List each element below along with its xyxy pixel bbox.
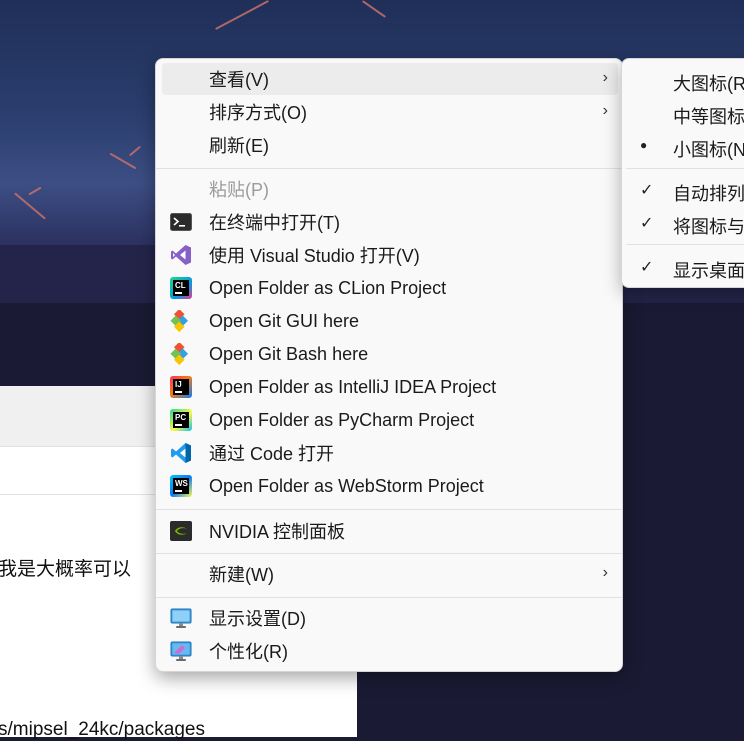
- menu-item-personalize[interactable]: 个性化(R): [162, 635, 618, 667]
- icon-text: WS: [175, 479, 188, 488]
- background-text-line: s/mipsel_24kc/packages: [0, 719, 205, 740]
- checkmark-icon: ✓: [640, 215, 654, 232]
- menu-item-label: 查看(V): [209, 70, 269, 90]
- menu-separator: [156, 553, 622, 554]
- menu-item-open-vscode[interactable]: 通过 Code 打开: [162, 437, 618, 469]
- menu-item-open-terminal[interactable]: 在终端中打开(T): [162, 206, 618, 238]
- menu-item-open-git-bash[interactable]: Open Git Bash here: [162, 338, 618, 370]
- submenu-item-label: 显示桌面: [673, 261, 744, 281]
- menu-item-label: Open Folder as CLion Project: [209, 277, 447, 298]
- menu-item-label: Open Git GUI here: [209, 310, 360, 331]
- desktop-context-menu: 查看(V) › 排序方式(O) › 刷新(E) 粘贴(P) 在终端中打开(T): [155, 58, 623, 672]
- menu-item-paste: 粘贴(P): [162, 173, 618, 205]
- submenu-item-small-icons[interactable]: ● 小图标(N: [622, 129, 744, 161]
- menu-item-display-settings[interactable]: 显示设置(D): [162, 602, 618, 634]
- submenu-separator: [626, 168, 744, 169]
- menu-item-label: 通过 Code 打开: [209, 444, 335, 464]
- submenu-item-label: 将图标与: [673, 217, 744, 237]
- menu-item-label: 新建(W): [209, 565, 274, 585]
- menu-separator: [156, 168, 622, 169]
- submenu-item-label: 自动排列: [673, 184, 744, 204]
- menu-item-label: 显示设置(D): [209, 609, 306, 629]
- icon-text: PC: [175, 413, 187, 422]
- menu-item-open-visual-studio[interactable]: 使用 Visual Studio 打开(V): [162, 239, 618, 271]
- menu-item-view[interactable]: 查看(V) ›: [162, 63, 618, 95]
- visual-studio-icon: [170, 244, 192, 266]
- menu-item-nvidia-control-panel[interactable]: NVIDIA 控制面板: [162, 515, 618, 547]
- pycharm-icon: PC: [170, 409, 192, 431]
- submenu-item-label: 中等图标: [673, 107, 744, 127]
- chevron-right-icon: ›: [602, 564, 608, 581]
- terminal-icon: [170, 211, 192, 233]
- checkmark-icon: ✓: [640, 259, 654, 276]
- menu-item-sort[interactable]: 排序方式(O) ›: [162, 96, 618, 128]
- menu-item-label: 刷新(E): [209, 136, 269, 156]
- checkmark-icon: ✓: [640, 182, 654, 199]
- menu-item-label: 排序方式(O): [209, 103, 307, 123]
- menu-item-label: Open Git Bash here: [209, 343, 369, 364]
- git-gui-icon: [170, 310, 192, 332]
- radio-bullet-icon: ●: [640, 138, 648, 152]
- menu-item-label: 粘贴(P): [209, 180, 269, 200]
- submenu-item-medium-icons[interactable]: 中等图标: [622, 96, 744, 128]
- display-monitor-icon: [170, 607, 192, 629]
- nvidia-icon: [170, 520, 192, 542]
- menu-item-open-webstorm[interactable]: WS Open Folder as WebStorm Project: [162, 470, 618, 502]
- submenu-item-label: 小图标(N: [673, 140, 744, 160]
- submenu-item-auto-arrange[interactable]: ✓ 自动排列: [622, 173, 744, 205]
- git-bash-icon: [170, 343, 192, 365]
- menu-separator: [156, 597, 622, 598]
- submenu-separator: [626, 244, 744, 245]
- menu-separator: [156, 509, 622, 510]
- submenu-item-align-to-grid[interactable]: ✓ 将图标与: [622, 206, 744, 238]
- menu-item-label: Open Folder as WebStorm Project: [209, 475, 484, 496]
- menu-item-open-clion[interactable]: CL Open Folder as CLion Project: [162, 272, 618, 304]
- menu-item-label: 在终端中打开(T): [209, 213, 340, 233]
- view-submenu: 大图标(R 中等图标 ● 小图标(N ✓ 自动排列 ✓ 将图标与 ✓ 显示桌面: [621, 58, 744, 288]
- chevron-right-icon: ›: [602, 102, 608, 119]
- background-text-line: 我是大概率可以: [0, 559, 132, 580]
- personalize-icon: [170, 640, 192, 662]
- menu-item-label: 使用 Visual Studio 打开(V): [209, 246, 420, 266]
- menu-item-new[interactable]: 新建(W) ›: [162, 558, 618, 590]
- icon-text: IJ: [175, 380, 182, 389]
- menu-item-label: 个性化(R): [209, 642, 288, 662]
- webstorm-icon: WS: [170, 475, 192, 497]
- icon-text: CL: [175, 281, 186, 290]
- submenu-item-show-desktop-icons[interactable]: ✓ 显示桌面: [622, 250, 744, 282]
- menu-item-label: NVIDIA 控制面板: [209, 522, 346, 542]
- menu-item-label: Open Folder as IntelliJ IDEA Project: [209, 376, 497, 397]
- menu-item-label: Open Folder as PyCharm Project: [209, 409, 475, 430]
- menu-item-open-git-gui[interactable]: Open Git GUI here: [162, 305, 618, 337]
- menu-item-refresh[interactable]: 刷新(E): [162, 129, 618, 161]
- intellij-icon: IJ: [170, 376, 192, 398]
- vscode-icon: [170, 442, 192, 464]
- chevron-right-icon: ›: [602, 69, 608, 86]
- menu-item-open-intellij[interactable]: IJ Open Folder as IntelliJ IDEA Project: [162, 371, 618, 403]
- clion-icon: CL: [170, 277, 192, 299]
- submenu-item-large-icons[interactable]: 大图标(R: [622, 63, 744, 95]
- submenu-item-label: 大图标(R: [673, 74, 744, 94]
- menu-item-open-pycharm[interactable]: PC Open Folder as PyCharm Project: [162, 404, 618, 436]
